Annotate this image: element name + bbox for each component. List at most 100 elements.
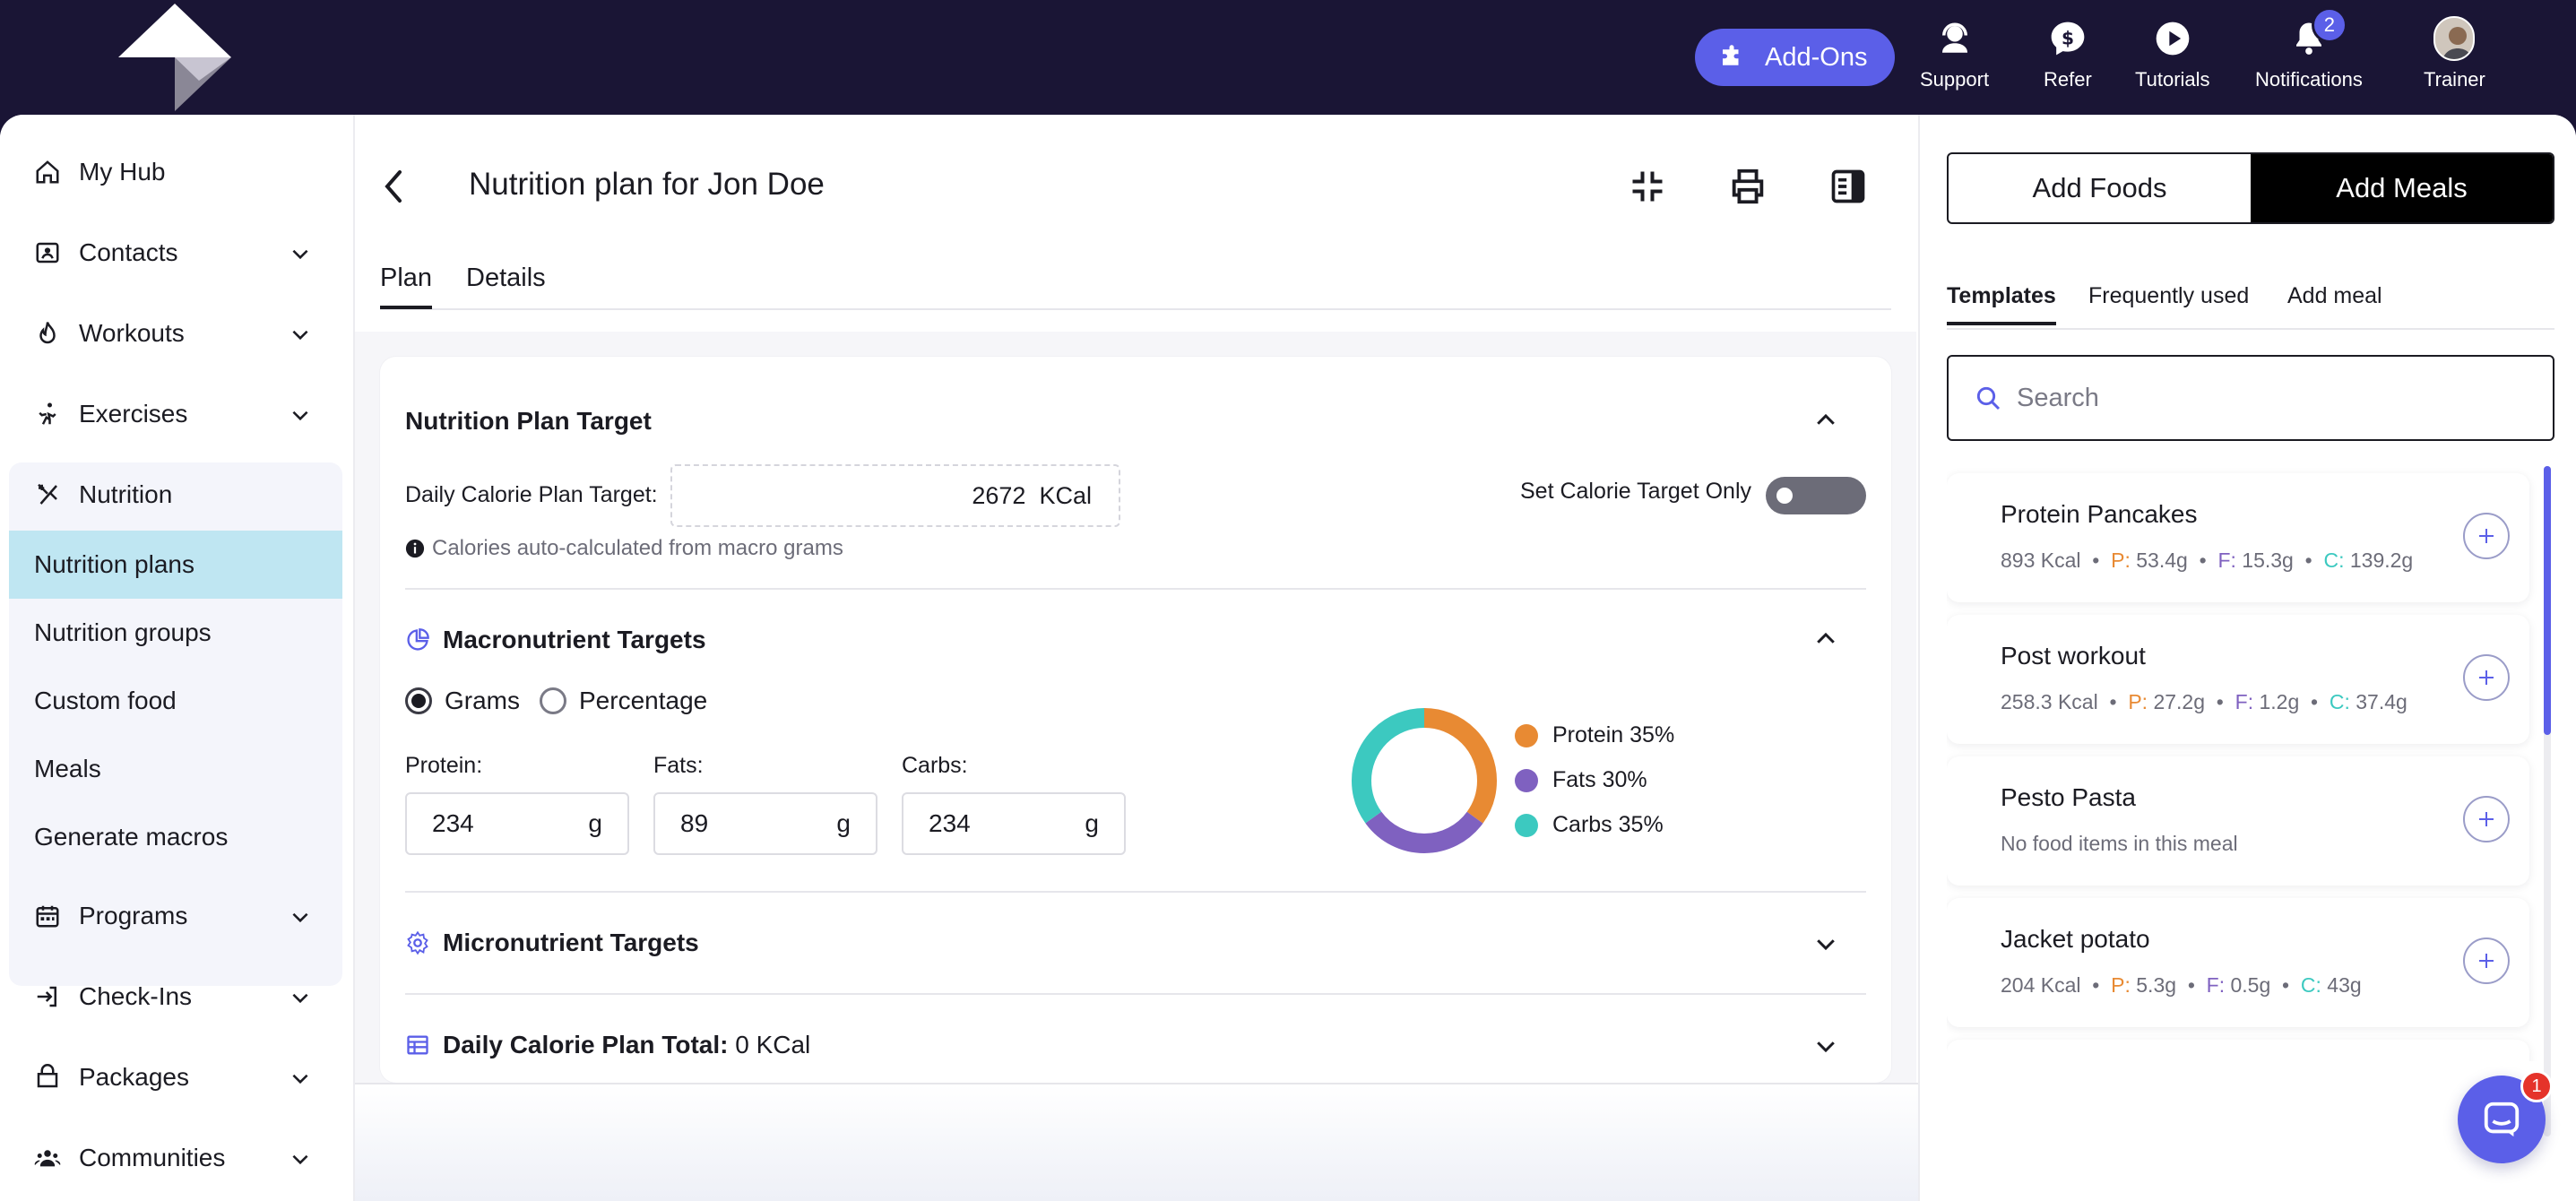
sidebar-item-contacts[interactable]: Contacts bbox=[9, 220, 342, 285]
contacts-icon bbox=[32, 238, 63, 268]
main-content: Nutrition plan for Jon Doe Plan Details … bbox=[355, 115, 1916, 1084]
app-surface: My Hub Contacts Workouts Exercises Nutri… bbox=[0, 115, 2576, 1201]
toggle-knob bbox=[1776, 488, 1793, 504]
sidebar-item-nutrition[interactable]: Nutrition bbox=[9, 462, 342, 527]
sidebar-item-packages[interactable]: Packages bbox=[9, 1045, 342, 1110]
meal-macros: 204 Kcal • P: 5.3g • F: 0.5g • C: 43g bbox=[2001, 973, 2362, 997]
chevron-up-icon[interactable] bbox=[1812, 407, 1839, 434]
nutrition-target-title: Nutrition Plan Target bbox=[405, 407, 652, 435]
micro-targets-title[interactable]: Micronutrient Targets bbox=[405, 929, 699, 957]
calorie-only-toggle[interactable] bbox=[1766, 477, 1866, 514]
nutrition-icon bbox=[32, 480, 63, 510]
nav-trainer[interactable]: Trainer bbox=[2424, 16, 2485, 91]
meal-name: Jacket potato bbox=[2001, 925, 2150, 953]
plan-card: Nutrition Plan Target Daily Calorie Plan… bbox=[380, 357, 1891, 1083]
sidebar-item-programs[interactable]: Programs bbox=[9, 884, 342, 948]
list-item[interactable]: Protein Pancakes 893 Kcal • P: 53.4g • F… bbox=[1947, 473, 2529, 602]
add-mode-segmented-control: Add Foods Add Meals bbox=[1947, 152, 2554, 224]
calorie-target-label: Daily Calorie Plan Target: bbox=[405, 482, 658, 507]
carbs-input[interactable]: 234 g bbox=[902, 792, 1126, 855]
tab-details[interactable]: Details bbox=[466, 264, 546, 306]
brand-logo-icon[interactable] bbox=[118, 4, 231, 111]
meal-source-tabs: Templates Frequently used Add meal bbox=[1947, 283, 2554, 330]
calorie-target-field[interactable]: 2672 KCal bbox=[670, 464, 1120, 527]
check-in-icon bbox=[32, 981, 63, 1012]
add-food-panel: Add Foods Add Meals Templates Frequently… bbox=[1918, 115, 2576, 1201]
fats-input[interactable]: 89 g bbox=[653, 792, 877, 855]
daily-total-title[interactable]: Daily Calorie Plan Total: 0 KCal bbox=[405, 1031, 810, 1059]
chevron-down-icon bbox=[292, 249, 308, 260]
svg-text:$: $ bbox=[2062, 27, 2074, 48]
table-icon bbox=[405, 1033, 430, 1058]
back-arrow-icon[interactable] bbox=[380, 165, 407, 208]
chat-launcher-button[interactable]: 1 bbox=[2458, 1070, 2553, 1163]
tab-add-meal[interactable]: Add meal bbox=[2287, 283, 2382, 322]
toggle-panel-button[interactable] bbox=[1827, 165, 1870, 208]
fats-label: Fats: bbox=[653, 753, 704, 778]
sidebar-sub-custom-food[interactable]: Custom food bbox=[9, 667, 342, 735]
add-meals-button[interactable]: Add Meals bbox=[2251, 154, 2553, 222]
list-item[interactable]: Post workout 258.3 Kcal • P: 27.2g • F: … bbox=[1947, 615, 2529, 744]
nav-support[interactable]: Support bbox=[1920, 18, 1989, 91]
add-meal-button[interactable] bbox=[2463, 937, 2510, 984]
sidebar-sub-nutrition-groups[interactable]: Nutrition groups bbox=[9, 599, 342, 667]
protein-input[interactable]: 234 g bbox=[405, 792, 629, 855]
collapse-icon bbox=[1632, 171, 1663, 202]
list-item[interactable]: Pesto Pasta No food items in this meal bbox=[1947, 756, 2529, 886]
add-meal-button[interactable] bbox=[2463, 513, 2510, 559]
add-meal-button[interactable] bbox=[2463, 654, 2510, 701]
mode-percentage-radio[interactable]: Percentage bbox=[540, 687, 707, 715]
headset-icon bbox=[1934, 18, 1975, 59]
protein-swatch bbox=[1515, 723, 1538, 747]
radio-checked bbox=[405, 687, 432, 714]
add-foods-button[interactable]: Add Foods bbox=[1949, 154, 2251, 222]
plus-icon bbox=[2479, 670, 2494, 685]
list-item[interactable] bbox=[1947, 1040, 2529, 1061]
radio-unchecked bbox=[540, 687, 566, 714]
add-ons-button[interactable]: Add-Ons bbox=[1695, 29, 1895, 86]
packages-icon bbox=[32, 1062, 63, 1093]
chevron-down-icon bbox=[292, 330, 308, 341]
tab-plan[interactable]: Plan bbox=[380, 264, 433, 309]
sidebar-sub-generate-macros[interactable]: Generate macros bbox=[9, 803, 342, 871]
chevron-down-icon[interactable] bbox=[1812, 1033, 1839, 1059]
list-item[interactable]: Jacket potato 204 Kcal • P: 5.3g • F: 0.… bbox=[1947, 898, 2529, 1027]
divider bbox=[405, 993, 1866, 995]
nav-notifications[interactable]: 2 Notifications bbox=[2255, 7, 2363, 91]
legend-carbs: Carbs 35% bbox=[1515, 812, 1664, 838]
add-meal-button[interactable] bbox=[2463, 796, 2510, 842]
sidebar-item-check-ins[interactable]: Check-Ins bbox=[9, 964, 342, 1029]
sidebar-item-communities[interactable]: Communities bbox=[9, 1126, 342, 1190]
meal-list: Protein Pancakes 893 Kcal • P: 53.4g • F… bbox=[1947, 466, 2538, 1061]
chevron-up-icon[interactable] bbox=[1812, 626, 1839, 652]
mode-grams-radio[interactable]: Grams bbox=[405, 687, 520, 715]
meal-empty-note: No food items in this meal bbox=[2001, 832, 2238, 855]
sidebar-item-exercises[interactable]: Exercises bbox=[9, 382, 342, 446]
meal-list-scrollbar[interactable] bbox=[2544, 466, 2551, 1136]
notifications-badge: 2 bbox=[2311, 7, 2347, 43]
legend-protein: Protein 35% bbox=[1515, 722, 1674, 748]
tab-frequently-used[interactable]: Frequently used bbox=[2088, 283, 2249, 322]
print-button[interactable] bbox=[1726, 165, 1769, 208]
chevron-down-icon bbox=[292, 993, 308, 1004]
meal-name: Protein Pancakes bbox=[2001, 500, 2198, 528]
collapse-button[interactable] bbox=[1626, 165, 1669, 208]
sidebar-item-my-hub[interactable]: My Hub bbox=[9, 140, 342, 204]
plan-tabs: Plan Details bbox=[380, 264, 1891, 310]
scrollbar-thumb[interactable] bbox=[2544, 466, 2551, 735]
chevron-down-icon bbox=[292, 1154, 308, 1165]
plus-icon bbox=[2479, 529, 2494, 543]
printer-icon bbox=[1732, 168, 1764, 204]
avatar bbox=[2433, 16, 2476, 61]
tab-templates[interactable]: Templates bbox=[1947, 283, 2056, 325]
sidebar-sub-nutrition-plans[interactable]: Nutrition plans bbox=[9, 531, 342, 599]
nav-tutorials[interactable]: Tutorials bbox=[2135, 18, 2210, 91]
settings-gear-icon bbox=[405, 930, 430, 955]
nav-refer[interactable]: $ Refer bbox=[2044, 18, 2092, 91]
meal-name: Pesto Pasta bbox=[2001, 783, 2136, 811]
sidebar-sub-meals[interactable]: Meals bbox=[9, 735, 342, 803]
chevron-down-icon[interactable] bbox=[1812, 930, 1839, 957]
meal-search-input[interactable]: Search bbox=[1947, 355, 2554, 441]
calorie-hint: Calories auto-calculated from macro gram… bbox=[405, 536, 843, 561]
sidebar-item-workouts[interactable]: Workouts bbox=[9, 301, 342, 366]
